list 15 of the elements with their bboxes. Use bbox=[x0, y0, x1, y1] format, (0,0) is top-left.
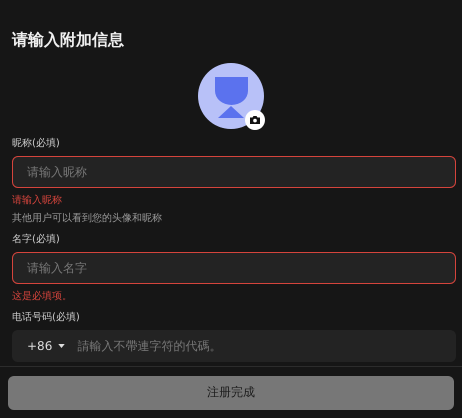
field-label: 名字(必填) bbox=[12, 233, 60, 247]
camera-icon[interactable] bbox=[245, 110, 265, 130]
error-message: 这是必填项。 bbox=[12, 290, 72, 303]
phone-input-field[interactable]: +86 請輸入不帶連字符的代碼。 bbox=[12, 330, 456, 362]
avatar-icon bbox=[198, 63, 264, 129]
text-input-field[interactable]: 请输入名字 bbox=[12, 252, 456, 284]
submit-button[interactable]: 注册完成 bbox=[8, 376, 454, 410]
country-code-dropdown[interactable]: +86 bbox=[27, 339, 66, 353]
error-message: 请输入昵称 bbox=[12, 194, 62, 207]
page-title: 请输入附加信息 bbox=[10, 29, 125, 50]
field-label: 昵称(必填) bbox=[12, 137, 60, 151]
text-input-field[interactable]: 请输入昵称 bbox=[12, 156, 456, 188]
caret-icon bbox=[58, 344, 66, 348]
help-text: 其他用户可以看到您的头像和昵称 bbox=[12, 212, 162, 225]
field-label: 电话号码(必填) bbox=[12, 311, 80, 325]
